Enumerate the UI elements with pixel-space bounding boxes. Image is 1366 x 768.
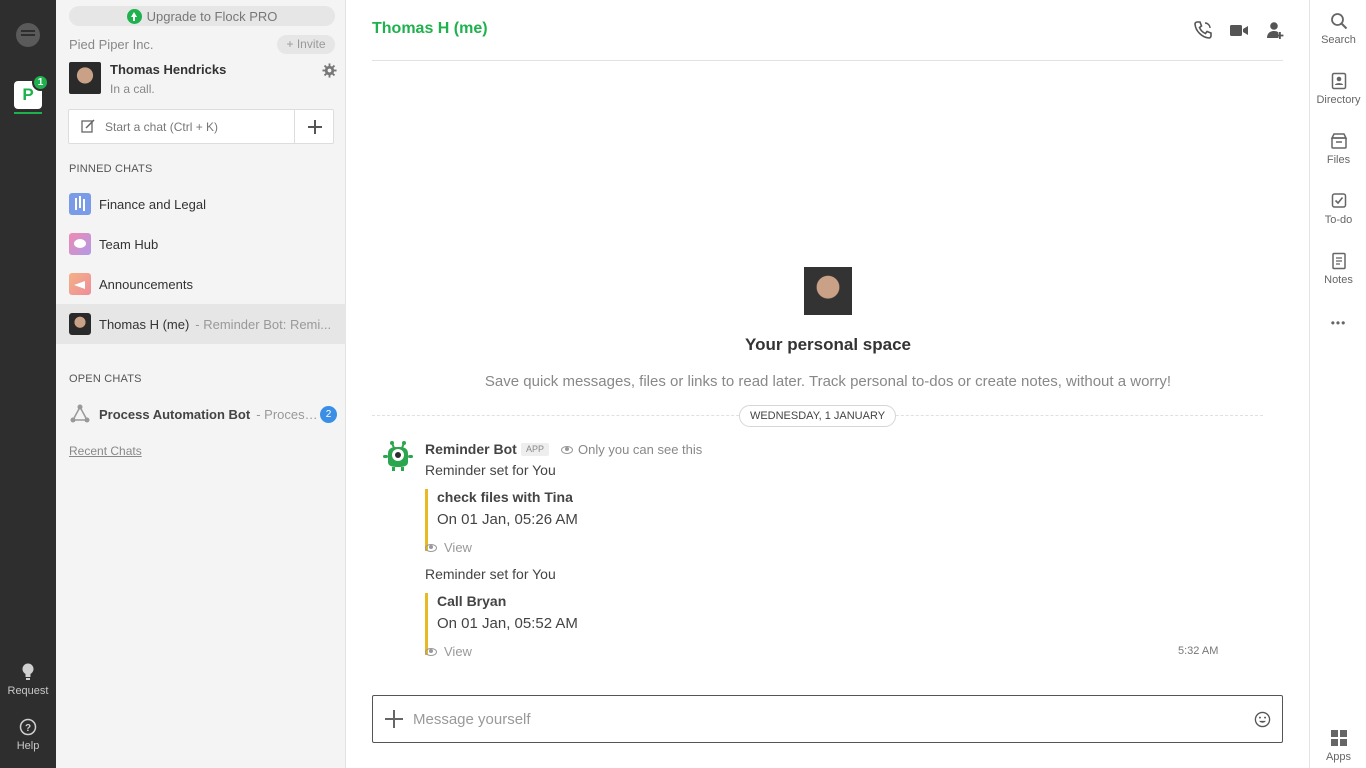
header-divider [372,60,1283,61]
view-reminder-button[interactable]: View [425,540,472,555]
message-timestamp: 5:32 AM [1178,645,1219,657]
process-bot-icon [70,404,90,423]
user-name: Thomas Hendricks [110,62,227,77]
recent-chats-link[interactable]: Recent Chats [69,444,142,458]
visibility-label: Only you can see this [578,442,703,457]
reminder-title: Call Bryan [437,593,507,609]
pinned-chat-announcements[interactable]: Announcements [56,264,346,304]
chat-name: Thomas H (me) [99,316,190,332]
add-user-icon[interactable] [1264,20,1284,40]
apps-button[interactable]: Apps [1310,729,1366,763]
more-options-icon[interactable]: ••• [1310,316,1366,330]
help-icon: ? [19,718,37,736]
directory-icon [1331,72,1346,90]
search-icon [1330,13,1347,30]
personal-space-title: Your personal space [745,335,911,354]
upgrade-arrow-icon [126,8,142,24]
open-chats-title: OPEN CHATS [69,373,142,385]
files-icon [1330,133,1347,149]
notes-label: Notes [1324,274,1353,286]
start-chat-box[interactable]: Start a chat (Ctrl + K) [68,109,334,144]
reminder-intro: Reminder set for You [425,462,556,478]
avatar [69,313,91,335]
video-call-icon[interactable] [1229,20,1249,40]
reminder-title: check files with Tina [437,489,573,505]
eye-icon [561,445,573,454]
upgrade-label: Upgrade to Flock PRO [146,8,278,24]
announcements-icon [69,273,91,295]
directory-button[interactable]: Directory [1310,72,1366,106]
notes-button[interactable]: Notes [1310,252,1366,286]
message-input[interactable] [413,706,1233,732]
help-label: Help [16,740,40,752]
apps-label: Apps [1325,751,1352,763]
view-label: View [444,540,472,555]
todo-label: To-do [1324,214,1353,226]
team-hub-icon [69,233,91,255]
apps-grid-icon [1330,730,1347,746]
invite-button[interactable]: + Invite [277,35,335,54]
files-label: Files [1326,154,1351,166]
start-chat-input[interactable]: Start a chat (Ctrl + K) [105,120,218,134]
avatar [804,267,852,315]
files-button[interactable]: Files [1310,132,1366,166]
view-label: View [444,644,472,659]
chat-main: Thomas H (me) Your personal space Save q… [347,0,1309,768]
request-button[interactable]: Request [0,663,56,697]
phone-call-icon[interactable] [1193,20,1213,40]
chat-name: Announcements [99,276,193,292]
app-tag-badge: APP [521,443,549,456]
organization-name: Pied Piper Inc. [69,37,154,52]
chat-preview: - Process Au [256,406,318,422]
message-sender[interactable]: Reminder Bot [425,441,517,457]
attach-plus-icon[interactable] [385,710,403,728]
reminder-time: On 01 Jan, 05:52 AM [437,615,578,632]
eye-icon [425,647,437,656]
new-chat-button[interactable] [294,110,334,143]
reminder-time: On 01 Jan, 05:26 AM [437,511,578,528]
gear-icon[interactable] [322,63,337,78]
unread-count-badge: 2 [320,406,337,423]
compose-icon [81,119,95,133]
date-divider: WEDNESDAY, 1 JANUARY [739,405,896,427]
finance-icon [69,193,91,215]
todo-check-icon [1331,193,1346,208]
flock-logo-icon[interactable] [16,23,40,47]
avatar[interactable] [69,62,101,94]
reminder-intro: Reminder set for You [425,566,556,582]
message-composer [372,695,1283,743]
personal-space-subtitle: Save quick messages, files or links to r… [484,373,1172,390]
eye-icon [425,543,437,552]
lightbulb-icon [22,663,34,680]
right-rail: Search Directory Files To-do Notes ••• A… [1309,0,1366,768]
search-button[interactable]: Search [1310,12,1366,46]
view-reminder-button[interactable]: View [425,644,472,659]
search-label: Search [1321,34,1356,46]
pinned-chat-thomas-me[interactable]: Thomas H (me) - Reminder Bot: Remi... [56,304,346,344]
request-label: Request [7,685,49,697]
visibility-note: Only you can see this [561,442,702,457]
chat-name: Finance and Legal [99,196,206,212]
emoji-icon[interactable] [1254,711,1271,728]
reminder-bot-avatar-icon[interactable] [382,440,414,472]
user-status: In a call. [110,82,155,96]
open-chat-process-automation-bot[interactable]: Process Automation Bot - Process Au [56,394,318,434]
pinned-chats-title: PINNED CHATS [69,163,153,175]
pinned-chat-team-hub[interactable]: Team Hub [56,224,346,264]
directory-label: Directory [1316,94,1361,106]
chat-name: Process Automation Bot [99,406,251,422]
chat-preview: - Reminder Bot: Remi... [195,316,332,332]
help-button[interactable]: ? Help [0,718,56,752]
pinned-chat-finance-and-legal[interactable]: Finance and Legal [56,184,346,224]
svg-text:?: ? [25,723,31,734]
team-notification-badge: 1 [32,74,49,91]
sidebar: Upgrade to Flock PRO Pied Piper Inc. + I… [56,0,346,768]
upgrade-button[interactable]: Upgrade to Flock PRO [69,6,335,26]
notes-icon [1331,252,1346,270]
chat-name: Team Hub [99,236,159,252]
todo-button[interactable]: To-do [1310,192,1366,226]
team-active-indicator [14,112,42,114]
left-rail: P 1 Request ? Help [0,0,56,768]
chat-title: Thomas H (me) [372,20,488,37]
